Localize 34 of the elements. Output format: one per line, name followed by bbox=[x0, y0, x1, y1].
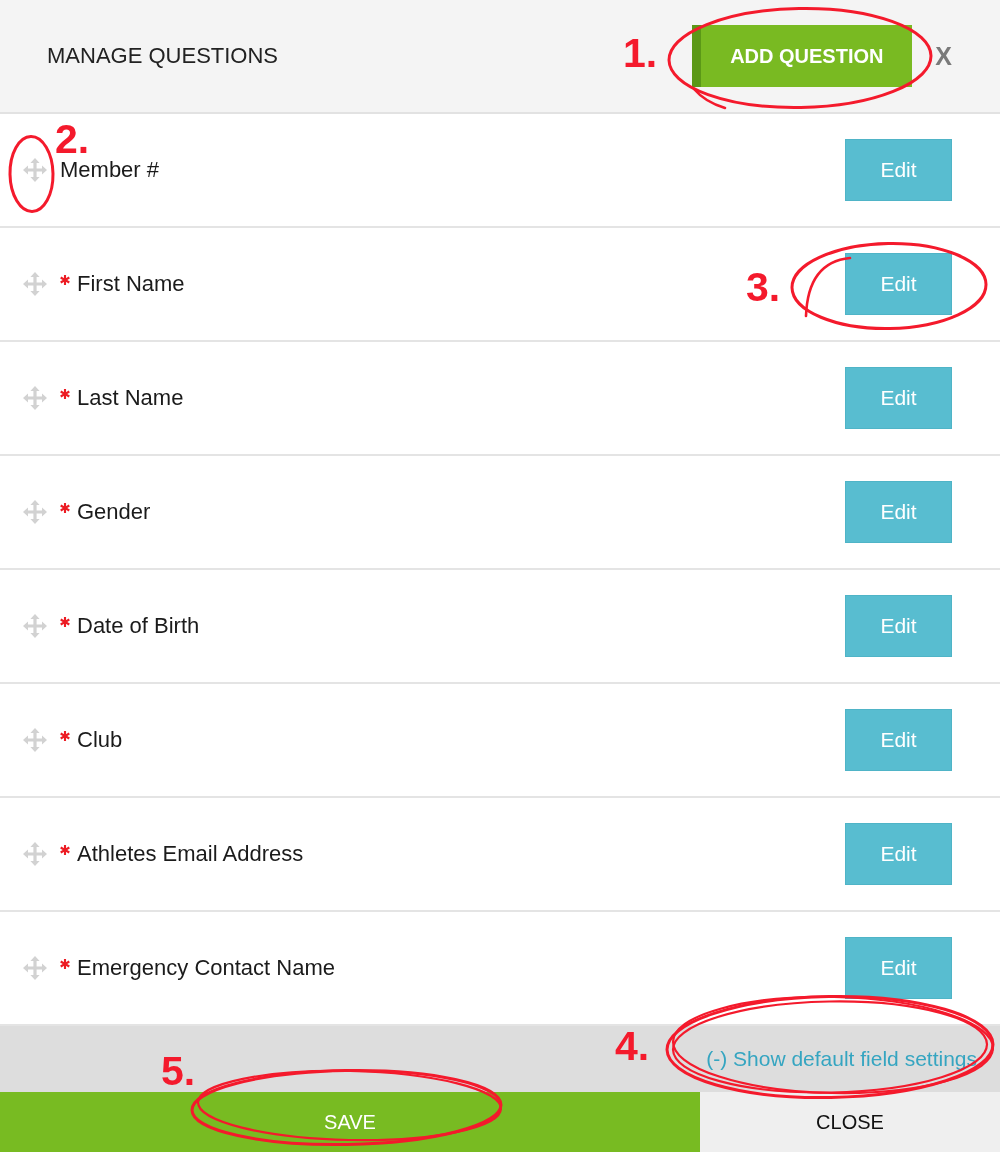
edit-button[interactable]: Edit bbox=[845, 823, 952, 885]
save-button[interactable]: SAVE bbox=[0, 1092, 700, 1152]
move-icon[interactable] bbox=[23, 272, 47, 296]
move-icon[interactable] bbox=[23, 158, 47, 182]
move-icon[interactable] bbox=[23, 728, 47, 752]
question-label: First Name bbox=[77, 271, 185, 297]
edit-button[interactable]: Edit bbox=[845, 139, 952, 201]
question-label: Gender bbox=[77, 499, 151, 525]
annotation-number: 2. bbox=[55, 119, 90, 160]
question-label: Emergency Contact Name bbox=[77, 955, 335, 981]
annotation-number: 4. bbox=[615, 1026, 650, 1067]
edit-button[interactable]: Edit bbox=[845, 937, 952, 999]
annotation-number: 5. bbox=[161, 1051, 196, 1092]
dialog-title: MANAGE QUESTIONS bbox=[47, 43, 279, 69]
question-label: Member # bbox=[60, 157, 160, 183]
move-icon[interactable] bbox=[23, 842, 47, 866]
edit-button[interactable]: Edit bbox=[845, 367, 952, 429]
move-icon[interactable] bbox=[23, 500, 47, 524]
question-label: Date of Birth bbox=[77, 613, 200, 639]
move-icon[interactable] bbox=[23, 614, 47, 638]
question-label: Club bbox=[77, 727, 123, 753]
move-icon[interactable] bbox=[23, 956, 47, 980]
question-label: Last Name bbox=[77, 385, 184, 411]
edit-button[interactable]: Edit bbox=[845, 709, 952, 771]
add-question-button[interactable]: ADD QUESTION bbox=[692, 25, 913, 87]
annotation-number: 3. bbox=[746, 267, 781, 308]
move-icon[interactable] bbox=[23, 386, 47, 410]
edit-button[interactable]: Edit bbox=[845, 253, 952, 315]
close-button[interactable]: CLOSE bbox=[700, 1092, 1000, 1152]
close-button[interactable]: X bbox=[935, 43, 952, 69]
edit-button[interactable]: Edit bbox=[845, 481, 952, 543]
question-label: Athletes Email Address bbox=[77, 841, 304, 867]
annotation-number: 1. bbox=[623, 33, 658, 74]
edit-button[interactable]: Edit bbox=[845, 595, 952, 657]
